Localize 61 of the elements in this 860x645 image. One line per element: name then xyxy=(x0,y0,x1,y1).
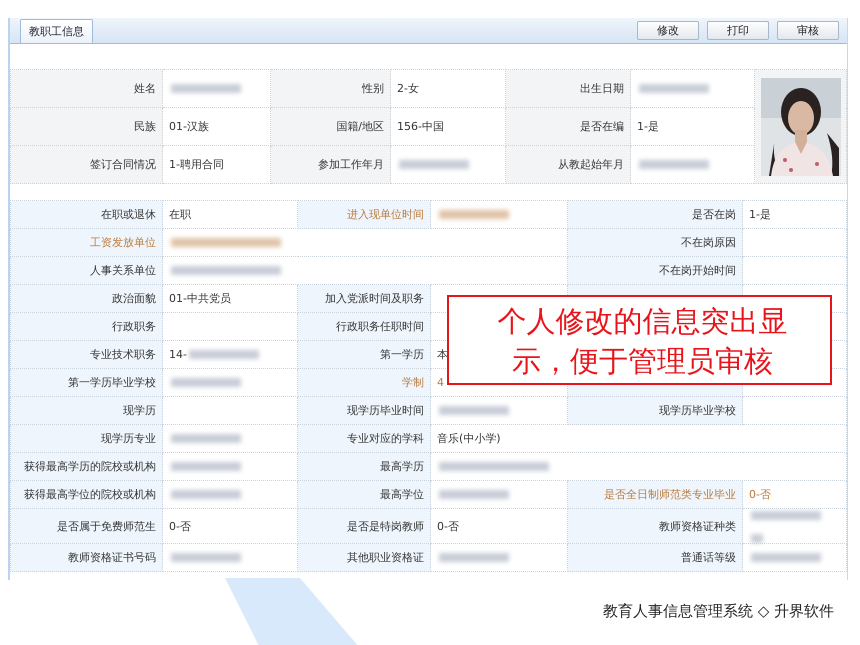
field-value: 0-否 xyxy=(437,520,459,532)
field-value: 0-否 xyxy=(749,488,771,501)
field-label: 性别 xyxy=(270,70,390,108)
field-label: 在职或退休 xyxy=(101,208,156,221)
toolbar-button[interactable]: 修改 xyxy=(637,21,699,40)
field-label: 参加工作年月 xyxy=(270,146,390,184)
field-label: 现学历专业 xyxy=(101,432,156,445)
field-value: 1-是 xyxy=(749,208,771,221)
field-label: 专业技术职务 xyxy=(90,348,156,361)
field-value: 0-否 xyxy=(169,520,191,532)
field-label: 是否在岗 xyxy=(692,208,736,221)
field-label: 行政职务任职时间 xyxy=(336,320,424,333)
field-value: 1-聘用合同 xyxy=(169,158,224,171)
field-label: 普通话等级 xyxy=(681,551,736,564)
field-label: 不在岗开始时间 xyxy=(659,264,736,277)
field-value: 2-女 xyxy=(397,82,419,95)
field-label: 加入党派时间及职务 xyxy=(325,292,424,305)
field-label: 现学历毕业时间 xyxy=(347,404,424,417)
footer-text: 教育人事信息管理系统 ◇ 升界软件 xyxy=(602,602,834,621)
toolbar-button[interactable]: 审核 xyxy=(777,21,839,40)
field-label: 签订合同情况 xyxy=(10,146,162,184)
field-label: 国籍/地区 xyxy=(270,108,390,146)
field-label: 人事关系单位 xyxy=(90,264,156,277)
callout: 个人修改的信息突出显示，便于管理员审核 xyxy=(447,295,832,385)
field-label: 进入现单位时间 xyxy=(347,208,424,221)
field-label: 现学历 xyxy=(123,404,156,417)
field-label: 从教起始年月 xyxy=(506,146,630,184)
field-value: 在职 xyxy=(169,208,191,221)
field-label: 政治面貌 xyxy=(112,292,156,305)
field-value: 音乐(中小学) xyxy=(437,432,501,445)
field-label: 不在岗原因 xyxy=(681,236,736,249)
field-label: 是否在编 xyxy=(506,108,630,146)
field-label: 民族 xyxy=(10,108,162,146)
field-label: 第一学历毕业学校 xyxy=(68,376,156,389)
toolbar-button[interactable]: 打印 xyxy=(707,21,769,40)
field-label: 学制 xyxy=(402,376,424,389)
field-value: 156-中国 xyxy=(397,120,444,133)
field-label: 最高学历 xyxy=(380,460,424,473)
field-label: 是否属于免费师范生 xyxy=(57,520,156,532)
tab[interactable]: 教职工信息 xyxy=(20,19,93,43)
field-label: 是否是特岗教师 xyxy=(347,520,424,532)
field-label: 现学历毕业学校 xyxy=(659,404,736,417)
field-label: 行政职务 xyxy=(112,320,156,333)
field-value: 01-中共党员 xyxy=(169,292,231,305)
field-value: 01-汉族 xyxy=(169,120,209,133)
field-label: 专业对应的学科 xyxy=(347,432,424,445)
field-label: 其他职业资格证 xyxy=(347,551,424,564)
field-label: 教师资格证书号码 xyxy=(68,551,156,564)
field-label: 获得最高学位的院校或机构 xyxy=(24,488,156,501)
field-label: 工资发放单位 xyxy=(90,236,156,249)
field-label: 教师资格证种类 xyxy=(659,520,736,532)
field-label: 出生日期 xyxy=(506,70,630,108)
field-value: 本 xyxy=(437,348,448,361)
field-value: 4 xyxy=(437,376,444,389)
field-label: 是否全日制师范类专业毕业 xyxy=(604,488,736,501)
field-label: 最高学位 xyxy=(380,488,424,501)
field-label: 获得最高学历的院校或机构 xyxy=(24,460,156,473)
field-value: 14- xyxy=(169,348,187,361)
field-value: 1-是 xyxy=(637,120,659,133)
field-label: 姓名 xyxy=(10,70,162,108)
field-label: 第一学历 xyxy=(380,348,424,361)
